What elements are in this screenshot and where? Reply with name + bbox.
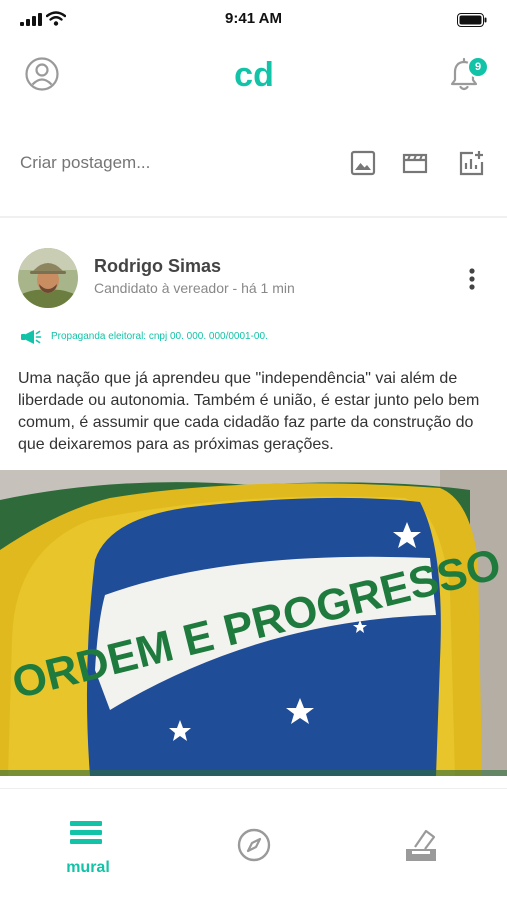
video-icon[interactable] (402, 150, 428, 176)
author-name[interactable]: Rodrigo Simas (94, 256, 221, 277)
top-bar: cd 9 (0, 48, 507, 104)
divider (0, 216, 507, 218)
status-time: 9:41 AM (225, 10, 282, 27)
poll-chart-icon[interactable] (458, 150, 484, 176)
bottom-navigation: mural (0, 788, 507, 900)
post-image[interactable]: ORDEM E PROGRESSO (0, 470, 507, 776)
nav-explore[interactable] (194, 789, 314, 889)
post-text: Uma nação que já aprendeu que "independê… (18, 370, 480, 453)
profile-icon[interactable] (24, 56, 60, 92)
status-bar: 9:41 AM (0, 0, 507, 40)
author-meta: Candidato à vereador - há 1 min (94, 280, 295, 296)
nav-mural-label: mural (66, 859, 110, 876)
battery-icon (457, 13, 487, 27)
ballot-box-icon (406, 829, 436, 861)
ad-notice-text: Propaganda eleitoral: cnpj 00. 000. 000/… (51, 331, 268, 342)
app-logo: cd (234, 56, 274, 92)
post-composer (0, 138, 507, 188)
nav-vote[interactable] (362, 789, 482, 889)
mural-icon (70, 821, 102, 844)
notification-badge: 9 (467, 56, 489, 78)
post-header: Rodrigo Simas Candidato à vereador - há … (0, 246, 507, 312)
create-post-input[interactable] (20, 148, 320, 178)
svg-text:cd: cd (234, 56, 274, 92)
photo-icon[interactable] (350, 150, 376, 176)
nav-mural[interactable]: mural (28, 789, 148, 889)
more-options-icon[interactable] (465, 266, 479, 292)
avatar-photo (18, 248, 78, 308)
author-avatar[interactable] (18, 248, 78, 308)
megaphone-icon (21, 330, 42, 344)
brazil-flag-image: ORDEM E PROGRESSO (0, 470, 507, 776)
compass-icon (237, 828, 271, 862)
